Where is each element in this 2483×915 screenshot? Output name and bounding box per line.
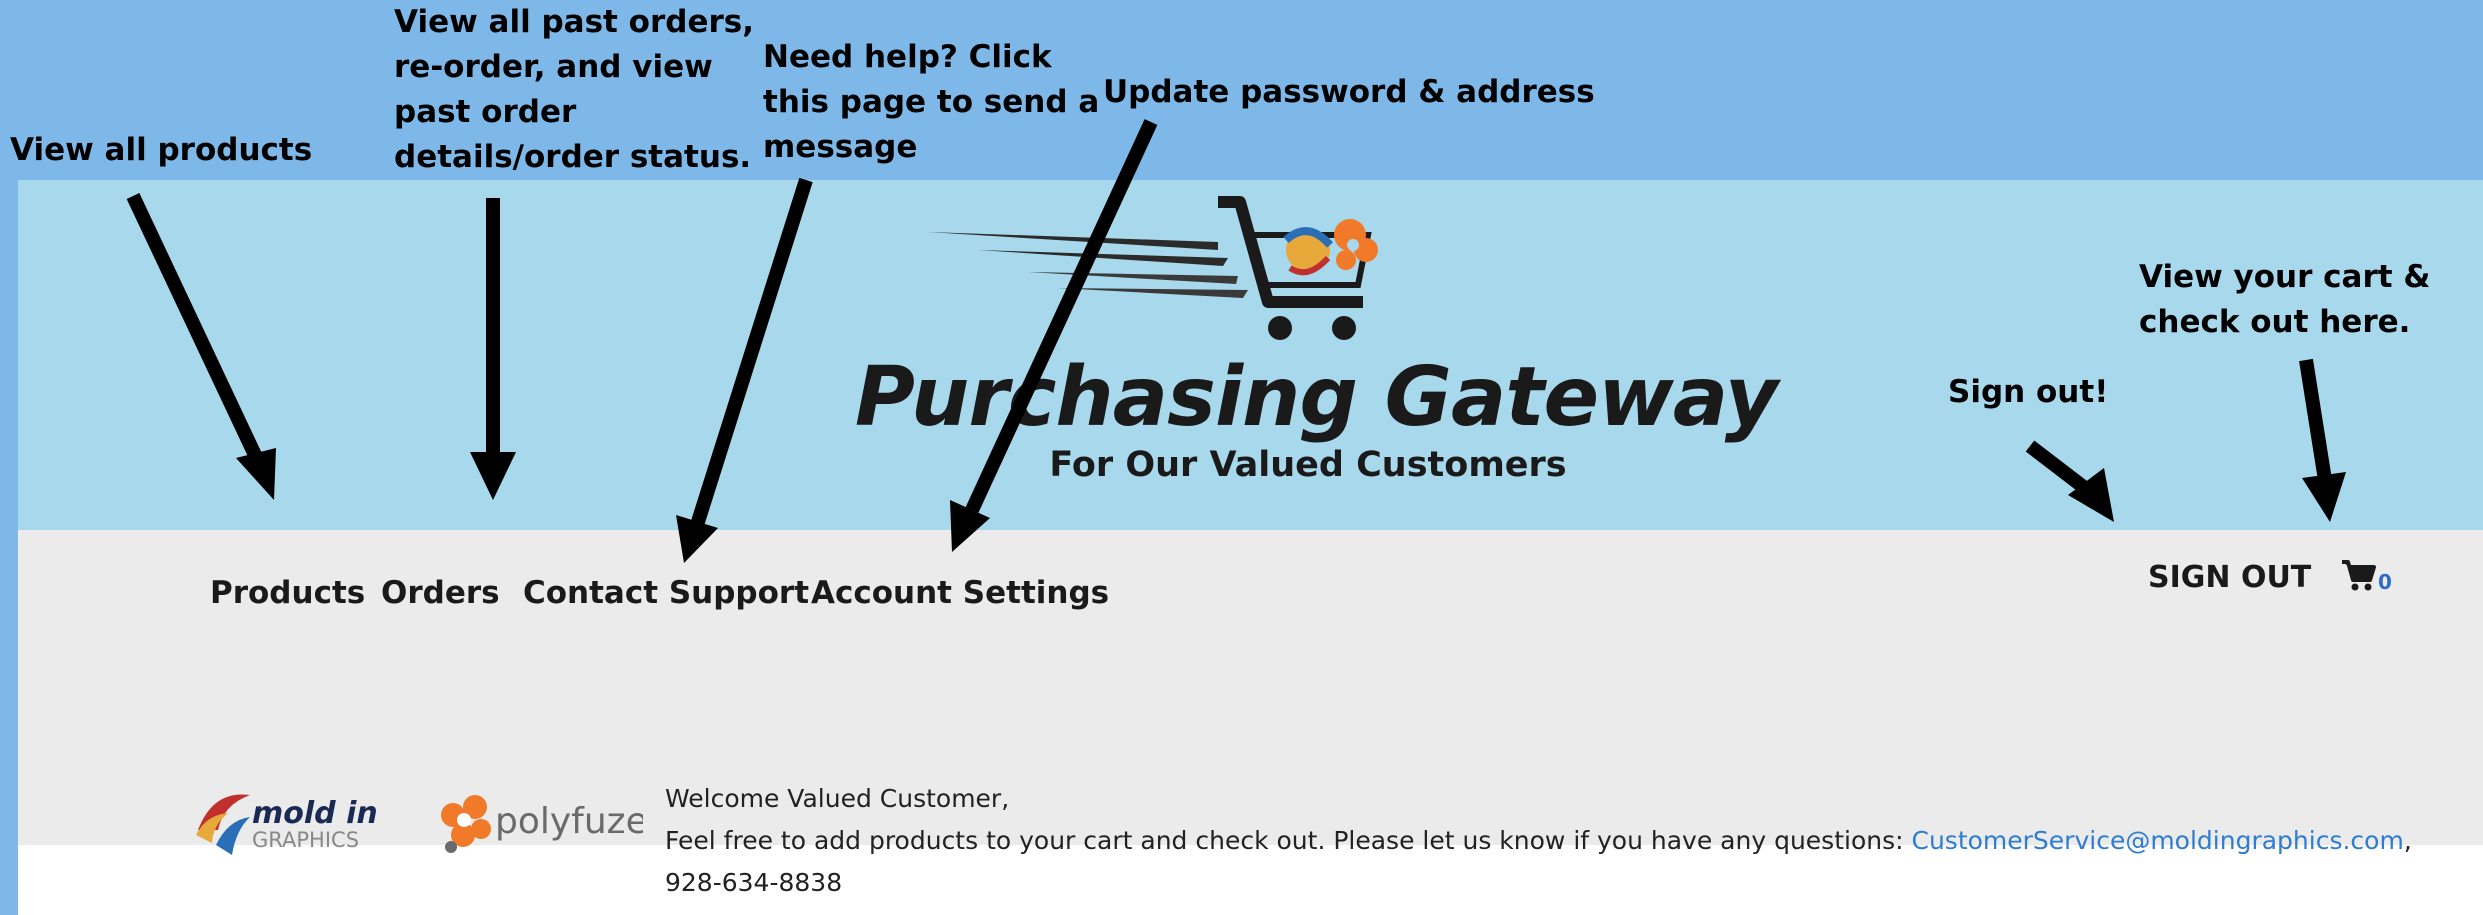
arrow-heads — [236, 448, 2346, 563]
annotation-arrows — [126, 119, 2346, 563]
arrow-shafts — [126, 119, 2332, 528]
